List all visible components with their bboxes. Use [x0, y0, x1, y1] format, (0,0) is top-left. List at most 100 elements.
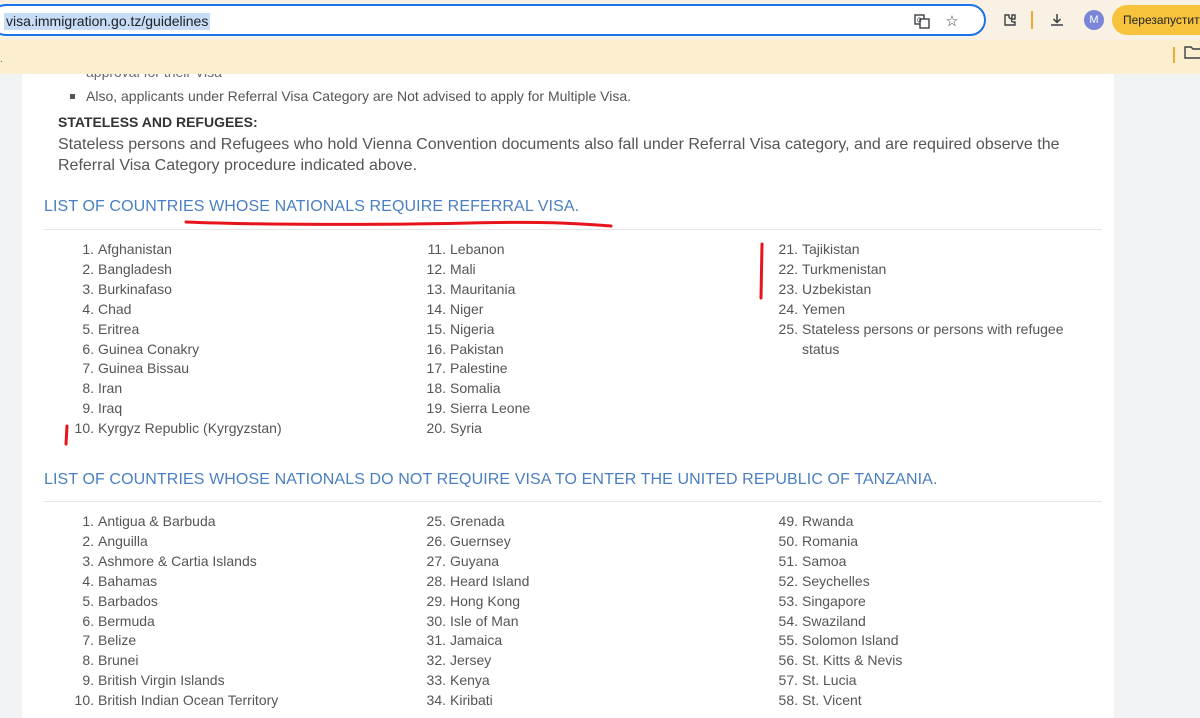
list-item: 55. Solomon Island	[776, 631, 902, 651]
list-item: 30. Isle of Man	[424, 612, 529, 632]
list-item: 5. Barbados	[72, 592, 278, 612]
list-item: 57. St. Lucia	[776, 671, 902, 691]
star-icon[interactable]: ☆	[942, 11, 962, 31]
toolbar-divider	[1031, 11, 1033, 29]
list-item: 28. Heard Island	[424, 572, 530, 592]
translate-icon[interactable]: G	[912, 11, 932, 31]
item-number: 51.	[778, 552, 798, 569]
country-name: Barbados	[98, 592, 158, 609]
country-name: Brunei	[98, 652, 139, 669]
list-item: 26. Guernsey	[424, 532, 529, 552]
item-number: 7.	[82, 632, 94, 649]
item-number: 9.	[82, 672, 94, 689]
country-name: St. Kitts & Nevis	[802, 652, 903, 669]
list-item: 9. British Virgin Islands	[72, 671, 278, 691]
country-name: Hong Kong	[450, 592, 521, 609]
list-item: 58. St. Vicent	[776, 691, 902, 711]
country-name: Kenya	[450, 672, 490, 689]
list-item: 1. Antigua & Barbuda	[72, 512, 278, 532]
item-number: 33.	[426, 672, 446, 689]
country-name: St. Vicent	[802, 692, 862, 709]
list-item: 2. Anguilla	[72, 532, 278, 552]
item-number: 58.	[778, 692, 798, 709]
bookmarks-bar: .	[0, 40, 1200, 74]
country-column: 49. Rwanda 50. Romania 51. Samoa 52. Seychelles…	[776, 512, 903, 711]
country-name: Ashmore & Cartia Islands	[98, 552, 257, 569]
item-number: 2.	[82, 532, 94, 549]
list-item: 10. British Indian Ocean Territory	[72, 691, 279, 711]
list-item: 56. St. Kitts & Nevis	[776, 651, 903, 671]
country-name: Grenada	[450, 513, 505, 529]
svg-text:G: G	[917, 18, 922, 24]
bookmark-marker: .	[0, 54, 3, 65]
list-item: 8. Brunei	[72, 651, 278, 671]
list-item: 50. Romania	[776, 532, 902, 552]
download-icon[interactable]	[1046, 9, 1068, 31]
country-name: Solomon Island	[802, 632, 899, 649]
item-number: 5.	[82, 592, 94, 609]
list-item: 34. Kiribati	[424, 691, 529, 711]
country-column: 1. Antigua & Barbuda 2. Anguilla 3. Ashmore &…	[72, 512, 279, 711]
folder-icon[interactable]	[1184, 44, 1200, 60]
profile-avatar[interactable]: M	[1084, 10, 1104, 30]
list-item: 53. Singapore	[776, 592, 902, 612]
country-name: Anguilla	[98, 532, 148, 549]
extensions-icon[interactable]	[999, 9, 1021, 31]
item-number: 4.	[82, 572, 94, 589]
red-mark-annotation	[64, 424, 69, 446]
list-item: 3. Ashmore & Cartia Islands	[72, 552, 278, 572]
country-name: Singapore	[802, 592, 866, 609]
country-name: Jersey	[450, 652, 492, 669]
country-name: Seychelles	[802, 572, 870, 589]
country-name: Heard Island	[450, 572, 530, 589]
country-name: Bermuda	[98, 612, 155, 629]
country-column: 25. Grenada 26. Guernsey 27. Guyana 28. Heard I…	[424, 512, 530, 711]
list-item: 49. Rwanda	[776, 512, 902, 532]
item-number: 57.	[778, 672, 798, 689]
url-text[interactable]: visa.immigration.go.tz/guidelines	[4, 13, 211, 30]
list-item: 52. Seychelles	[776, 572, 902, 592]
item-number: 10.	[74, 692, 94, 709]
country-name: Guernsey	[450, 532, 511, 549]
browser-toolbar: visa.immigration.go.tz/guidelines G ☆ M …	[0, 0, 1200, 40]
item-number: 26.	[426, 532, 446, 549]
country-name: Bahamas	[98, 572, 158, 589]
address-bar[interactable]: visa.immigration.go.tz/guidelines G ☆	[0, 4, 986, 36]
relaunch-button[interactable]: Перезапустить	[1112, 5, 1200, 35]
list-item: 51. Samoa	[776, 552, 902, 572]
item-number: 6.	[82, 612, 94, 629]
item-number: 55.	[778, 632, 798, 649]
item-number: 3.	[82, 552, 94, 569]
list-item: 6. Bermuda	[72, 612, 278, 632]
item-number: 28.	[426, 572, 446, 589]
item-number: 54.	[778, 612, 798, 629]
country-name: Jamaica	[450, 632, 503, 649]
country-name: British Virgin Islands	[98, 672, 225, 689]
item-number: 56.	[778, 652, 798, 669]
country-name: St. Lucia	[802, 672, 857, 689]
country-name: Isle of Man	[450, 612, 519, 629]
country-name: Kiribati	[450, 692, 493, 709]
list-item: 4. Bahamas	[72, 572, 278, 592]
bookmarks-divider	[1173, 47, 1175, 63]
list-item: 32. Jersey	[424, 651, 529, 671]
country-name: Rwanda	[802, 513, 854, 529]
red-annotations	[64, 220, 764, 446]
list-item: 33. Kenya	[424, 671, 529, 691]
list-item: 7. Belize	[72, 631, 278, 651]
list-item: 31. Jamaica	[424, 631, 529, 651]
item-number: 32.	[426, 652, 446, 669]
red-underline-annotation	[184, 220, 613, 228]
item-number: 30.	[426, 612, 446, 629]
page-viewport: approval for their Visa Also, applicants…	[0, 74, 1200, 718]
list-item: 29. Hong Kong	[424, 592, 529, 612]
item-number: 8.	[82, 652, 94, 669]
country-name: Romania	[802, 532, 859, 549]
item-number: 52.	[778, 572, 798, 589]
red-mark-annotation	[759, 242, 764, 300]
country-name: British Indian Ocean Territory	[98, 692, 279, 709]
item-number: 31.	[426, 632, 446, 649]
list-item: 27. Guyana	[424, 552, 529, 572]
item-number: 49.	[778, 513, 798, 529]
item-number: 27.	[426, 552, 446, 569]
